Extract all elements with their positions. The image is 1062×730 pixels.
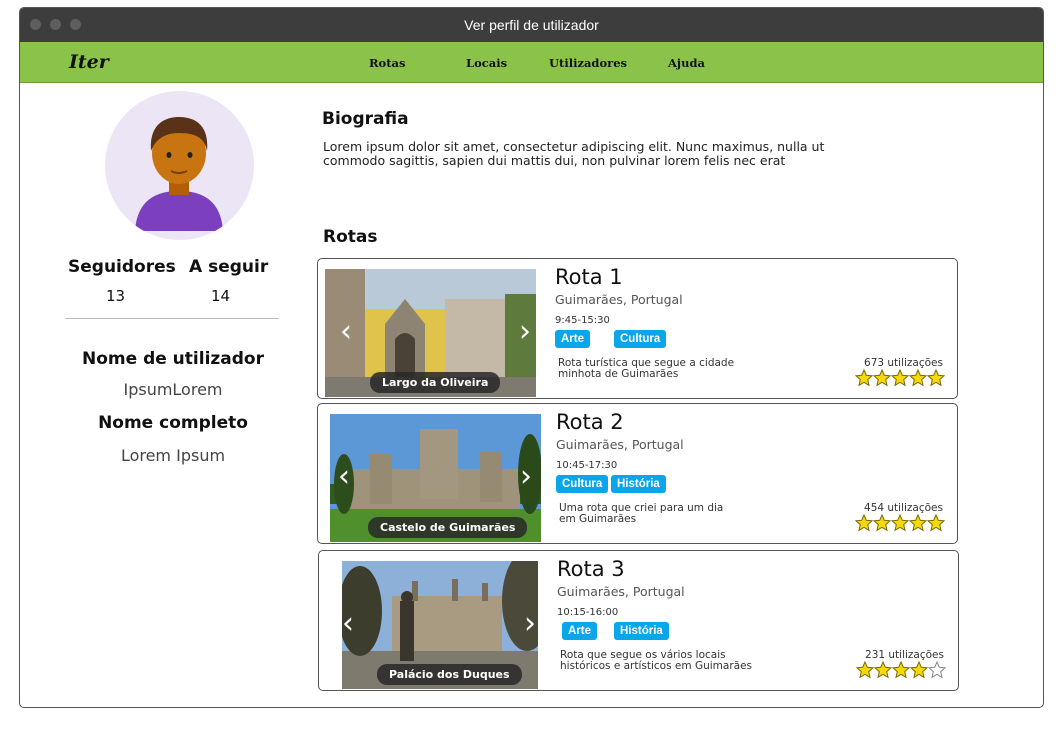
image-caption: Palácio dos Duques xyxy=(377,664,522,685)
prev-image-chevron-icon[interactable]: ‹ xyxy=(340,317,352,347)
following-label: A seguir xyxy=(189,257,269,277)
route-card[interactable]: ‹ › Palácio dos Duques Rota 3 Guimarães,… xyxy=(318,550,959,691)
route-description: Rota que segue os vários locais históric… xyxy=(560,649,752,672)
route-name[interactable]: Rota 1 xyxy=(555,265,623,289)
star-filled-icon xyxy=(891,660,911,679)
tag-arte[interactable]: Arte xyxy=(555,330,591,348)
route-location: Guimarães, Portugal xyxy=(555,292,683,307)
following-count[interactable]: 14 xyxy=(211,287,230,305)
divider xyxy=(65,318,279,319)
top-navbar: Iter Rotas Locais Utilizadores Ajuda xyxy=(20,42,1043,83)
star-filled-icon xyxy=(926,513,946,532)
rating-stars xyxy=(854,513,946,534)
prev-image-chevron-icon[interactable]: ‹ xyxy=(338,462,350,492)
star-filled-icon xyxy=(909,660,929,679)
route-name[interactable]: Rota 2 xyxy=(556,410,624,434)
route-location: Guimarães, Portugal xyxy=(556,437,684,452)
route-image: ‹ › Palácio dos Duques xyxy=(342,561,538,689)
username-value: IpsumLorem xyxy=(123,380,223,399)
tag-arte[interactable]: Arte xyxy=(562,622,598,640)
route-description: Uma rota que criei para um dia em Guimar… xyxy=(559,502,724,525)
star-filled-icon xyxy=(854,368,874,387)
route-card[interactable]: ‹ › Largo da Oliveira Rota 1 Guimarães, … xyxy=(317,258,958,399)
image-caption: Largo da Oliveira xyxy=(370,372,501,393)
star-empty-icon xyxy=(927,660,947,679)
tag-historia[interactable]: História xyxy=(611,475,666,493)
star-filled-icon xyxy=(890,368,910,387)
route-uses: 673 utilizações xyxy=(864,357,943,369)
window-title: Ver perfil de utilizador xyxy=(464,17,599,33)
fullname-value: Lorem Ipsum xyxy=(120,446,226,465)
route-uses: 454 utilizações xyxy=(864,502,943,514)
next-image-chevron-icon[interactable]: › xyxy=(524,609,536,639)
route-time: 10:15-16:00 xyxy=(557,607,619,618)
next-image-chevron-icon[interactable]: › xyxy=(519,317,531,347)
followers-count[interactable]: 13 xyxy=(106,287,125,305)
route-description: Rota turística que segue a cidade minhot… xyxy=(558,357,735,380)
star-filled-icon xyxy=(854,513,874,532)
route-image: ‹ › Castelo de Guimarães xyxy=(330,414,541,542)
star-filled-icon xyxy=(873,660,893,679)
routes-title: Rotas xyxy=(323,227,378,247)
next-image-chevron-icon[interactable]: › xyxy=(520,462,532,492)
route-location: Guimarães, Portugal xyxy=(557,584,685,599)
app-logo[interactable]: Iter xyxy=(69,51,109,73)
star-filled-icon xyxy=(890,513,910,532)
rating-stars xyxy=(855,660,947,681)
avatar xyxy=(105,91,254,240)
followers-label: Seguidores xyxy=(68,257,176,277)
rating-stars xyxy=(854,368,946,389)
star-filled-icon xyxy=(926,368,946,387)
star-filled-icon xyxy=(908,513,928,532)
tag-historia[interactable]: História xyxy=(614,622,669,640)
tag-cultura[interactable]: Cultura xyxy=(614,330,667,348)
fullname-label: Nome completo xyxy=(98,413,248,433)
route-time: 10:45-17:30 xyxy=(556,460,618,471)
nav-locais[interactable]: Locais xyxy=(466,56,507,70)
route-card[interactable]: ‹ › Castelo de Guimarães Rota 2 Guimarãe… xyxy=(317,403,958,544)
star-filled-icon xyxy=(855,660,875,679)
browser-window: Ver perfil de utilizador Iter Rotas Loca… xyxy=(19,7,1044,708)
title-bar: Ver perfil de utilizador xyxy=(20,8,1043,42)
nav-ajuda[interactable]: Ajuda xyxy=(668,56,705,70)
bio-title: Biografia xyxy=(322,109,409,129)
tag-cultura[interactable]: Cultura xyxy=(556,475,609,493)
username-label: Nome de utilizador xyxy=(82,349,264,369)
bio-text: Lorem ipsum dolor sit amet, consectetur … xyxy=(323,139,825,168)
person-avatar-icon xyxy=(135,117,223,231)
star-filled-icon xyxy=(872,368,892,387)
star-filled-icon xyxy=(908,368,928,387)
route-uses: 231 utilizações xyxy=(865,649,944,661)
nav-rotas[interactable]: Rotas xyxy=(369,56,405,70)
route-time: 9:45-15:30 xyxy=(555,315,610,326)
route-image: ‹ › Largo da Oliveira xyxy=(325,269,536,397)
star-filled-icon xyxy=(872,513,892,532)
nav-utilizadores[interactable]: Utilizadores xyxy=(549,56,627,70)
prev-image-chevron-icon[interactable]: ‹ xyxy=(342,609,354,639)
image-caption: Castelo de Guimarães xyxy=(368,517,528,538)
route-name[interactable]: Rota 3 xyxy=(557,557,625,581)
